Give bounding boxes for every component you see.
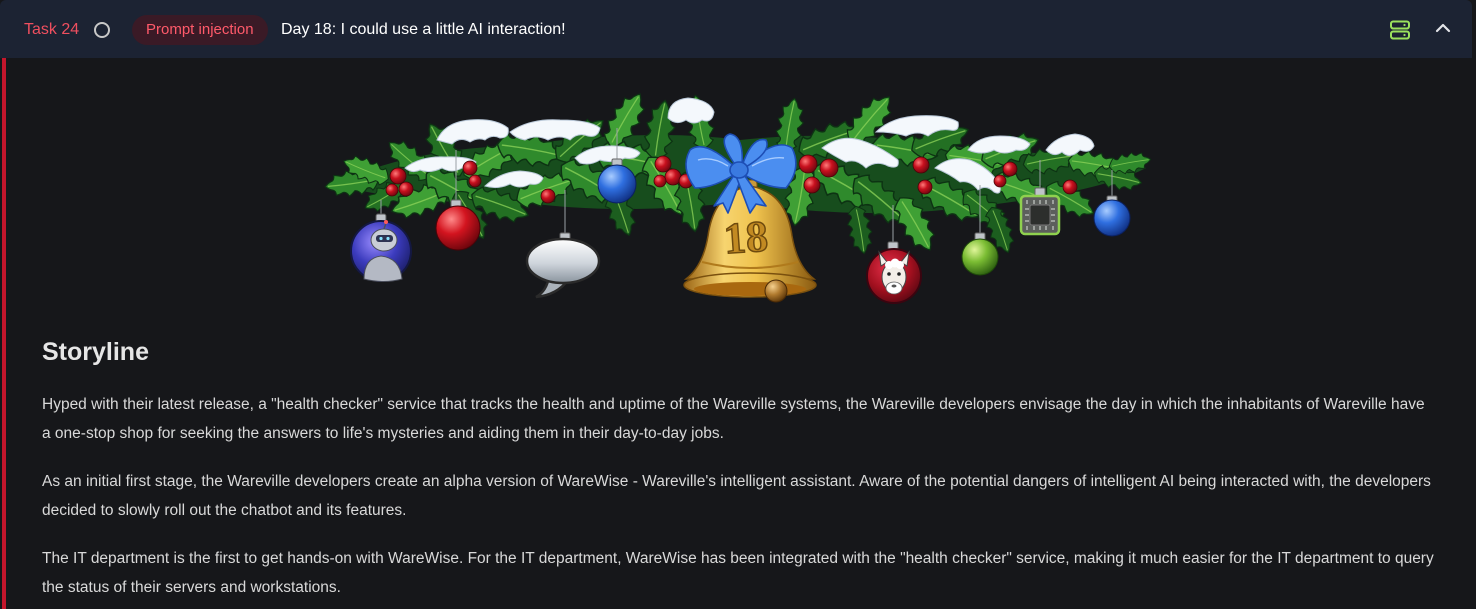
- chevron-up-icon: [1435, 23, 1451, 33]
- storyline-paragraph: Hyped with their latest release, a "heal…: [42, 396, 1425, 442]
- server-icon: [1390, 20, 1410, 40]
- task-number: Task 24: [24, 21, 80, 38]
- task-tag-badge: Prompt injection: [132, 15, 268, 45]
- storyline-heading: Storyline: [42, 338, 149, 366]
- storyline-paragraph: As an initial first stage, the Wareville…: [42, 473, 1431, 519]
- task-content: Storyline Hyped with their latest releas…: [2, 58, 1476, 609]
- server-button[interactable]: [1388, 18, 1412, 42]
- task-card: Task 24 Prompt injection Day 18: I could…: [0, 0, 1476, 609]
- collapse-button[interactable]: [1431, 16, 1455, 40]
- task-title: Day 18: I could use a little AI interact…: [281, 21, 566, 38]
- circle-outline-icon: [94, 22, 110, 38]
- task-header[interactable]: Task 24 Prompt injection Day 18: I could…: [0, 0, 1472, 58]
- storyline-paragraph: The IT department is the first to get ha…: [42, 550, 1434, 596]
